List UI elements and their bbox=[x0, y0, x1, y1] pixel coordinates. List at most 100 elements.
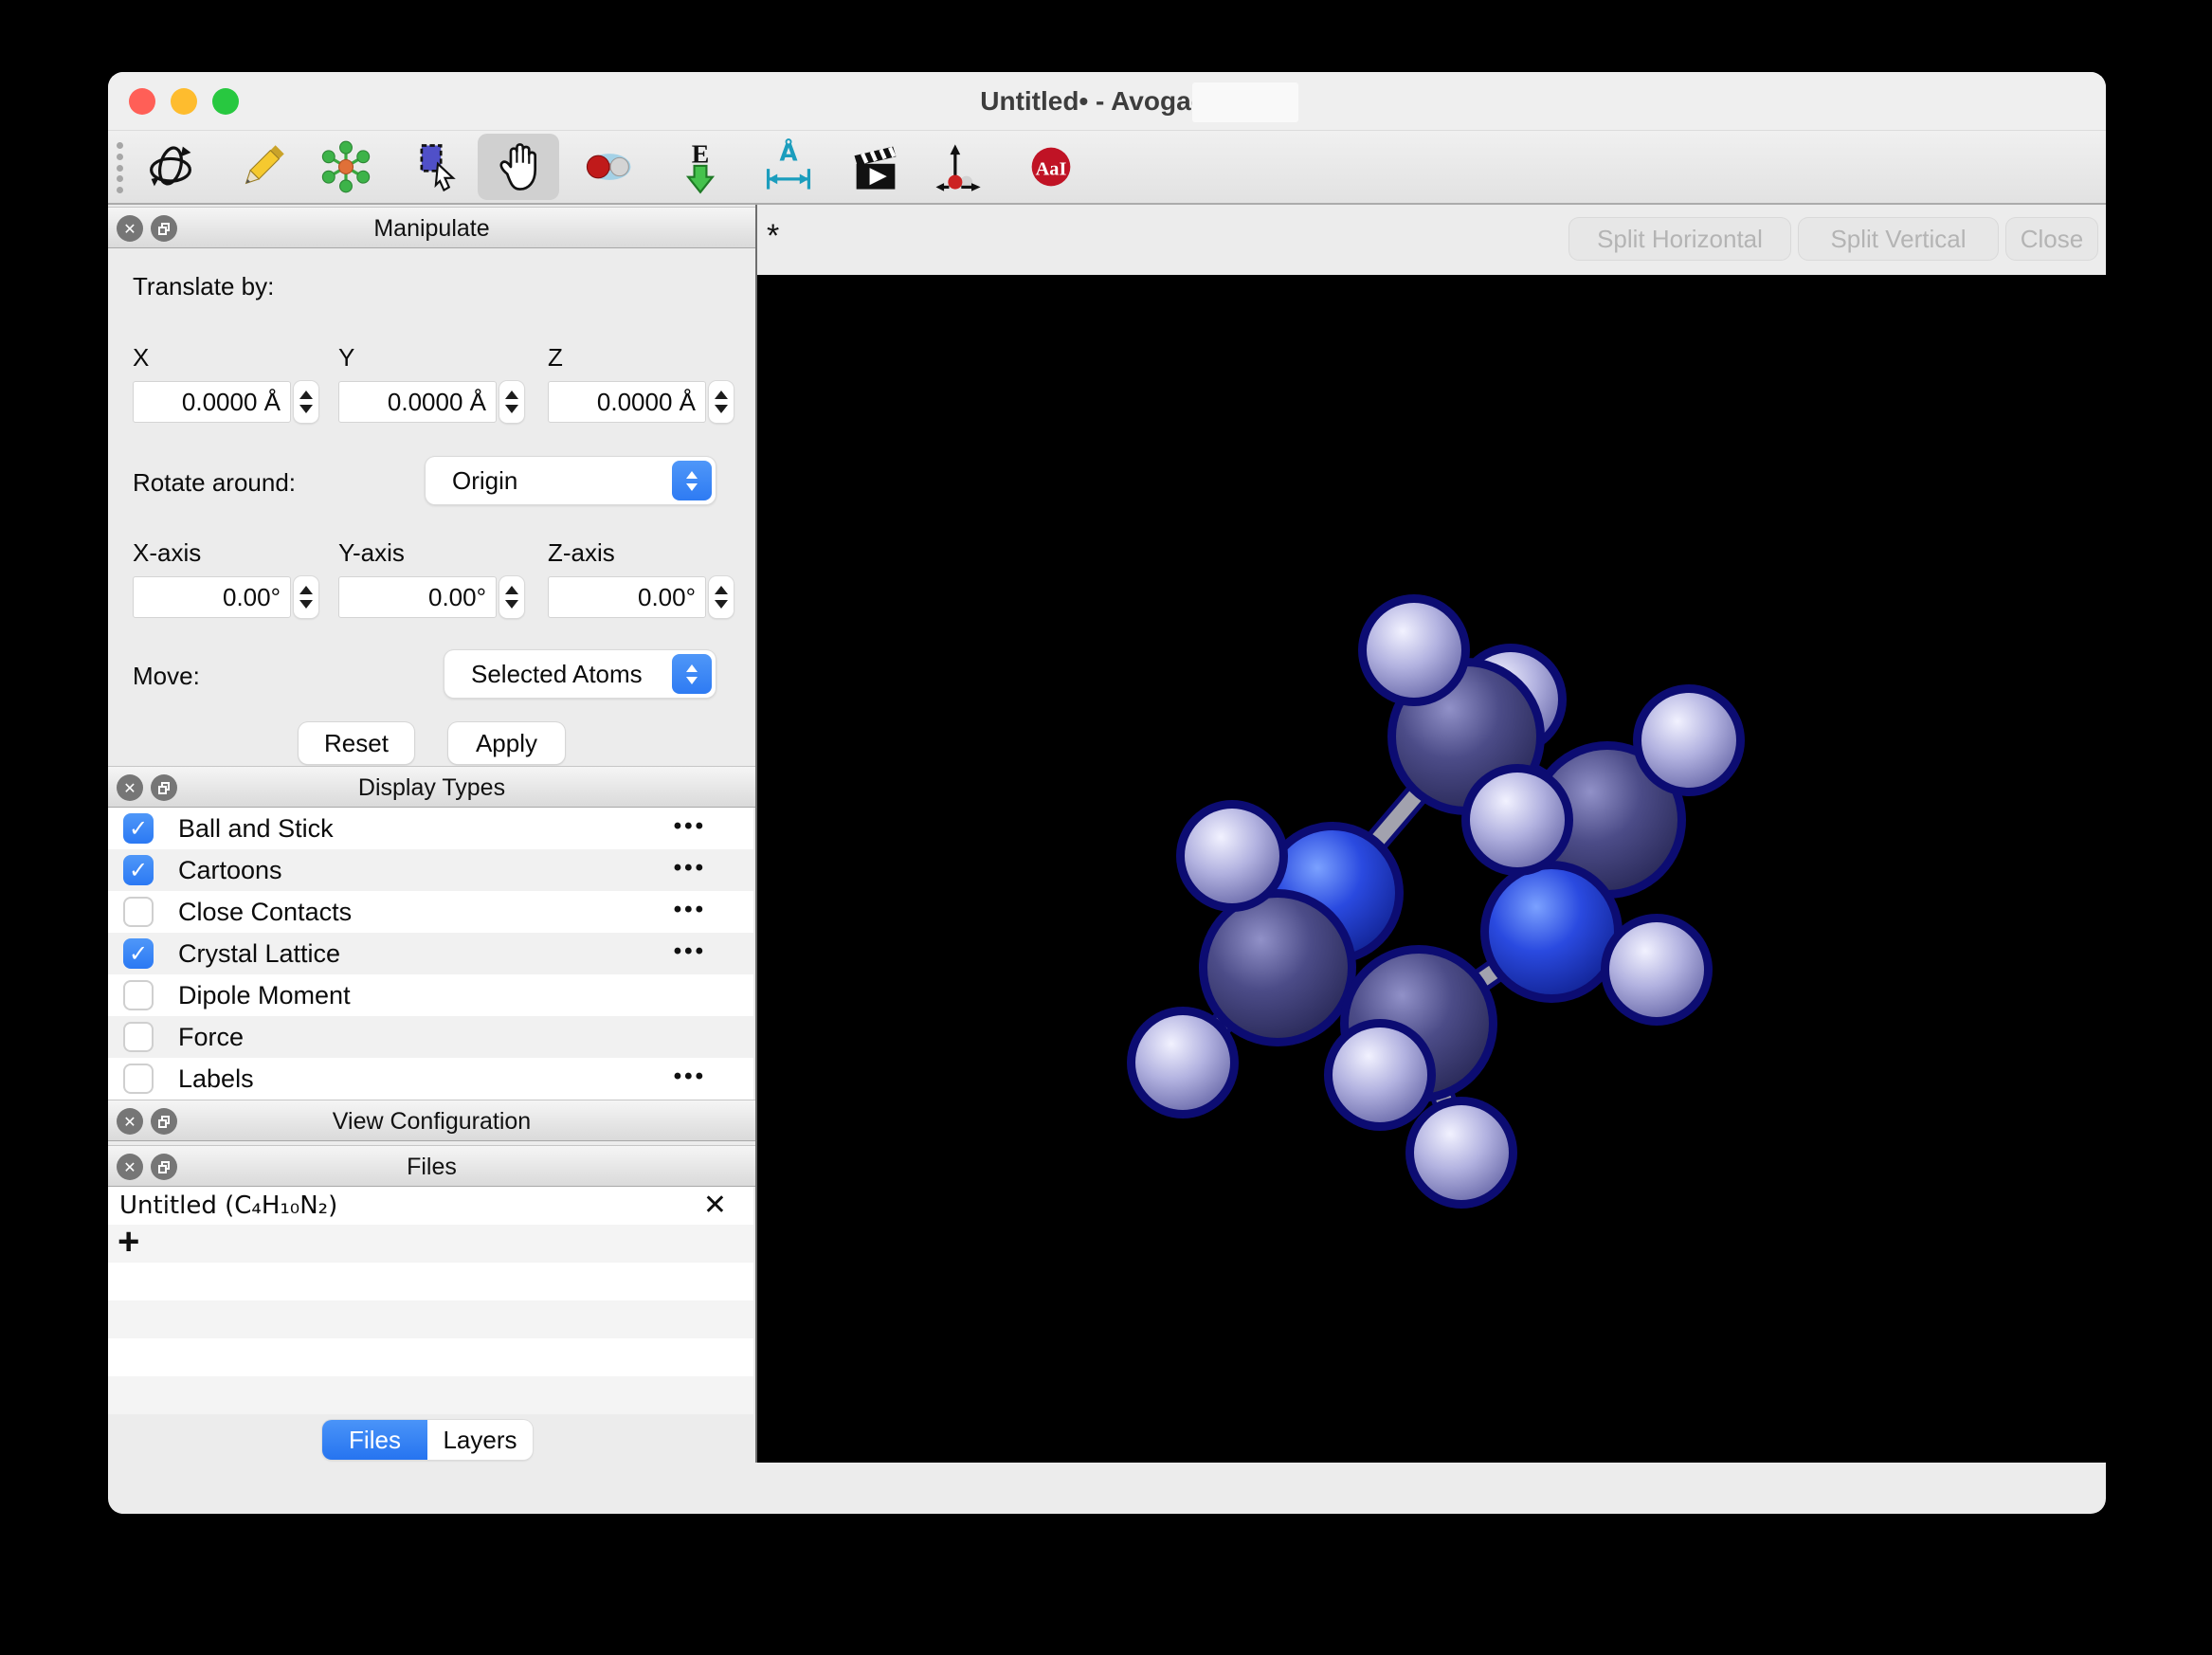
view-configuration-panel-header: ✕ View Configuration bbox=[108, 1100, 755, 1141]
atom-h-sphere[interactable] bbox=[1414, 1105, 1509, 1200]
fragment-tool-icon[interactable] bbox=[305, 134, 387, 200]
translate-x-stepper[interactable] bbox=[294, 381, 318, 423]
dock-tab-layers[interactable]: Layers bbox=[427, 1420, 533, 1460]
animation-tool-icon[interactable] bbox=[835, 134, 916, 200]
atom-c-sphere[interactable] bbox=[1207, 898, 1348, 1038]
translate-z-input[interactable]: 0.0000 Å bbox=[548, 381, 706, 423]
atom-h-sphere[interactable] bbox=[1333, 1028, 1427, 1122]
atom-h-sphere[interactable] bbox=[1185, 809, 1279, 903]
add-file-button[interactable]: + bbox=[118, 1221, 139, 1264]
draw-tool-icon[interactable] bbox=[222, 134, 303, 200]
unchecked-checkbox[interactable] bbox=[123, 1022, 154, 1052]
gl-render-area[interactable] bbox=[757, 275, 2106, 1463]
file-row bbox=[108, 1338, 753, 1376]
checked-checkbox[interactable]: ✓ bbox=[123, 813, 154, 844]
display-type-row: ✓ Crystal Lattice ••• bbox=[108, 933, 753, 974]
window-title: Untitled• - Avogadro bbox=[980, 86, 1234, 116]
display-type-label: Crystal Lattice bbox=[178, 939, 341, 968]
z-axis-label: Z-axis bbox=[548, 538, 615, 567]
display-type-label: Cartoons bbox=[178, 856, 282, 884]
options-ellipsis-button[interactable]: ••• bbox=[674, 808, 706, 849]
rotate-z-stepper[interactable] bbox=[709, 576, 734, 618]
navigate-tool-icon[interactable] bbox=[130, 134, 211, 200]
options-ellipsis-button[interactable]: ••• bbox=[674, 1058, 706, 1100]
align-tool-icon[interactable] bbox=[916, 134, 998, 200]
close-view-button[interactable]: Close bbox=[2006, 218, 2097, 260]
atom-h-sphere[interactable] bbox=[1135, 1015, 1230, 1110]
rotate-y-input[interactable]: 0.00° bbox=[338, 576, 497, 618]
rotate-z-input[interactable]: 0.00° bbox=[548, 576, 706, 618]
options-ellipsis-button[interactable]: ••• bbox=[674, 933, 706, 974]
unchecked-checkbox[interactable] bbox=[123, 980, 154, 1010]
label-tool-icon[interactable]: AaI bbox=[1010, 134, 1092, 200]
panel-title: View Configuration bbox=[332, 1108, 532, 1135]
files-list: Untitled (C₄H₁₀N₂) ✕ + bbox=[108, 1187, 753, 1414]
titlebar-proxy-rect bbox=[1192, 82, 1298, 122]
options-ellipsis-button[interactable]: ••• bbox=[674, 849, 706, 891]
atom-h-sphere[interactable] bbox=[1609, 922, 1704, 1017]
y-label: Y bbox=[338, 343, 355, 372]
desktop: Untitled• - Avogadro E Å AaI ✕ Manipulate … bbox=[0, 0, 2212, 1655]
display-types-panel-header: ✕ Display Types bbox=[108, 766, 755, 808]
file-row: + bbox=[108, 1221, 753, 1263]
display-type-label: Dipole Moment bbox=[178, 981, 351, 1009]
bond-centric-tool-icon[interactable] bbox=[569, 134, 650, 200]
display-type-row: ✓ Ball and Stick ••• bbox=[108, 808, 753, 849]
file-row bbox=[108, 1263, 753, 1300]
move-select[interactable]: Selected Atoms bbox=[444, 650, 716, 698]
translate-y-input[interactable]: 0.0000 Å bbox=[338, 381, 497, 423]
atom-h-sphere[interactable] bbox=[1367, 603, 1461, 698]
move-value: Selected Atoms bbox=[471, 660, 643, 688]
titlebar: Untitled• - Avogadro bbox=[108, 72, 2106, 131]
file-name-label: Untitled (C₄H₁₀N₂) bbox=[119, 1191, 338, 1220]
rotate-around-select[interactable]: Origin bbox=[426, 457, 716, 504]
reset-button[interactable]: Reset bbox=[299, 722, 414, 764]
unchecked-checkbox[interactable] bbox=[123, 1064, 154, 1094]
avogadro-window: Untitled• - Avogadro E Å AaI ✕ Manipulate … bbox=[108, 72, 2106, 1514]
apply-button[interactable]: Apply bbox=[448, 722, 565, 764]
svg-text:Å: Å bbox=[779, 139, 797, 167]
move-label: Move: bbox=[133, 662, 200, 690]
split-vertical-button[interactable]: Split Vertical bbox=[1799, 218, 1998, 260]
tool-toolbar: E Å AaI bbox=[108, 131, 2106, 205]
auto-optimize-tool-icon[interactable]: E bbox=[660, 134, 741, 200]
dock-tab-switcher: Files Layers bbox=[322, 1420, 533, 1460]
display-type-row: Force bbox=[108, 1016, 753, 1058]
measure-tool-icon[interactable]: Å bbox=[748, 134, 829, 200]
y-axis-label: Y-axis bbox=[338, 538, 405, 567]
translate-y-stepper[interactable] bbox=[499, 381, 524, 423]
atom-h-sphere[interactable] bbox=[1641, 693, 1736, 788]
chevron-up-down-icon bbox=[672, 461, 712, 500]
rotate-x-input[interactable]: 0.00° bbox=[133, 576, 291, 618]
files-panel-header: ✕ Files bbox=[108, 1145, 755, 1187]
modified-indicator: * bbox=[767, 218, 780, 254]
split-horizontal-button[interactable]: Split Horizontal bbox=[1569, 218, 1790, 260]
display-type-label: Ball and Stick bbox=[178, 814, 334, 843]
left-dock: ✕ Manipulate Translate by: X Y Z 0.0000 … bbox=[108, 205, 755, 1463]
unchecked-checkbox[interactable] bbox=[123, 897, 154, 927]
translate-by-label: Translate by: bbox=[133, 272, 275, 300]
panel-title: Manipulate bbox=[373, 215, 490, 242]
file-row[interactable]: Untitled (C₄H₁₀N₂) ✕ bbox=[108, 1187, 753, 1225]
rotate-y-stepper[interactable] bbox=[499, 576, 524, 618]
z-label: Z bbox=[548, 343, 563, 372]
manipulate-tool-icon[interactable] bbox=[478, 134, 559, 200]
close-file-icon[interactable]: ✕ bbox=[703, 1187, 727, 1225]
file-row bbox=[108, 1376, 753, 1414]
svg-text:AaI: AaI bbox=[1036, 159, 1067, 180]
translate-z-stepper[interactable] bbox=[709, 381, 734, 423]
toolbar-drag-handle[interactable] bbox=[117, 142, 124, 193]
display-type-label: Close Contacts bbox=[178, 898, 353, 926]
atom-h-sphere[interactable] bbox=[1470, 773, 1565, 867]
dock-tab-files[interactable]: Files bbox=[322, 1420, 427, 1460]
translate-x-input[interactable]: 0.0000 Å bbox=[133, 381, 291, 423]
rotate-x-stepper[interactable] bbox=[294, 576, 318, 618]
file-row bbox=[108, 1300, 753, 1338]
options-ellipsis-button[interactable]: ••• bbox=[674, 891, 706, 933]
checked-checkbox[interactable]: ✓ bbox=[123, 938, 154, 969]
atom-n-sphere[interactable] bbox=[1489, 869, 1614, 994]
selection-tool-icon[interactable] bbox=[397, 134, 479, 200]
checked-checkbox[interactable]: ✓ bbox=[123, 855, 154, 885]
display-type-row: ✓ Cartoons ••• bbox=[108, 849, 753, 891]
x-axis-label: X-axis bbox=[133, 538, 202, 567]
